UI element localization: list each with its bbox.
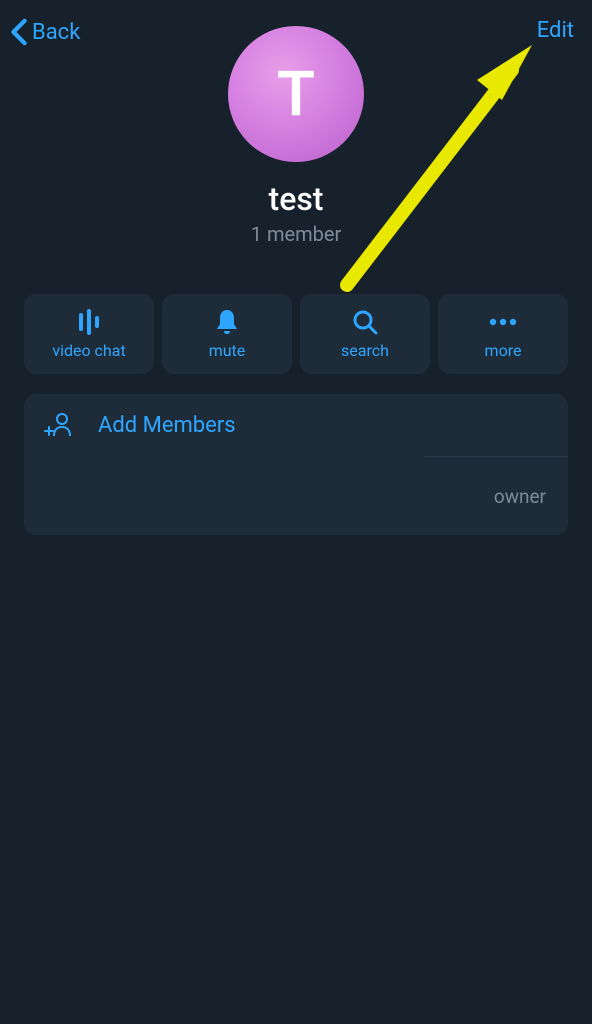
profile-section: T test 1 member xyxy=(0,26,592,246)
bell-icon xyxy=(214,306,240,337)
mute-button[interactable]: mute xyxy=(162,294,292,374)
back-button[interactable]: Back xyxy=(10,18,80,46)
more-label: more xyxy=(485,341,522,360)
chevron-left-icon xyxy=(10,18,28,46)
video-chat-icon xyxy=(74,306,104,337)
member-role: owner xyxy=(494,485,546,508)
search-label: search xyxy=(341,341,389,360)
more-button[interactable]: more xyxy=(438,294,568,374)
search-icon xyxy=(351,306,379,337)
group-avatar[interactable]: T xyxy=(228,26,364,162)
more-icon xyxy=(488,306,518,337)
search-button[interactable]: search xyxy=(300,294,430,374)
members-section: Add Members owner xyxy=(24,394,568,535)
member-count: 1 member xyxy=(251,222,342,246)
add-members-button[interactable]: Add Members xyxy=(24,394,568,456)
avatar-letter: T xyxy=(277,58,315,131)
action-buttons-row: video chat mute search more xyxy=(0,294,592,374)
video-chat-label: video chat xyxy=(52,341,125,360)
video-chat-button[interactable]: video chat xyxy=(24,294,154,374)
edit-button[interactable]: Edit xyxy=(537,18,574,43)
back-label: Back xyxy=(32,20,80,45)
add-user-icon xyxy=(44,410,74,440)
member-row[interactable]: owner xyxy=(24,457,568,535)
add-members-label: Add Members xyxy=(98,413,236,438)
mute-label: mute xyxy=(209,341,246,360)
group-name: test xyxy=(269,180,324,218)
